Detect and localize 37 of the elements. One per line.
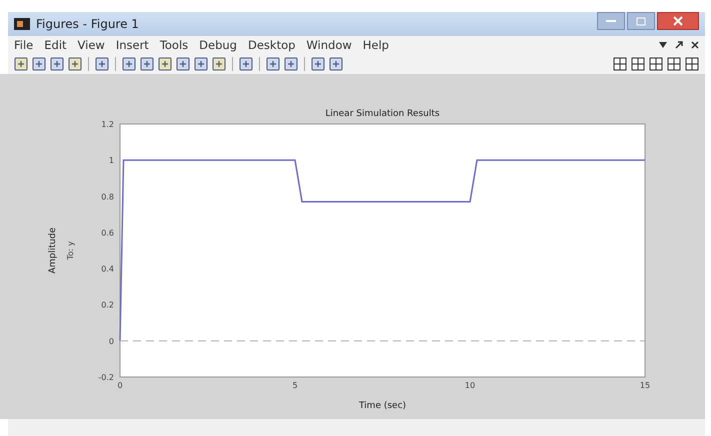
menu-item[interactable]: Help	[362, 38, 389, 52]
menu-item[interactable]: View	[78, 38, 105, 52]
maximize-icon	[636, 16, 646, 26]
menu-item[interactable]: Window	[306, 38, 352, 52]
close-icon	[673, 16, 683, 26]
y-tick-label: 0	[108, 336, 114, 346]
menu-item[interactable]: Insert	[116, 38, 149, 52]
undock-icon[interactable]	[675, 41, 683, 49]
maximize-button[interactable]	[627, 12, 655, 30]
y-axis-label: Amplitude	[48, 227, 58, 274]
x-tick-label: 10	[464, 381, 476, 390]
menu-item[interactable]: Debug	[199, 38, 237, 52]
y-tick-label: 1	[108, 156, 114, 166]
menu-item[interactable]: File	[14, 38, 34, 52]
x-tick-label: 15	[640, 381, 650, 390]
y-tick-label: 0.4	[101, 264, 114, 274]
x-tick-label: 0	[117, 381, 123, 390]
minimize-icon	[606, 19, 616, 23]
x-tick-label: 5	[292, 381, 298, 390]
close-button[interactable]	[657, 12, 699, 30]
minimize-button[interactable]	[597, 12, 625, 30]
window-title: Figures - Figure 1	[36, 17, 139, 31]
figure-icon	[14, 18, 30, 30]
y-tick-label: 1.2	[101, 120, 114, 129]
menu-item[interactable]: Edit	[44, 38, 67, 52]
tile-icon[interactable]	[613, 57, 627, 71]
y-tick-label: 0.2	[101, 300, 114, 310]
y-tick-label: -0.2	[98, 373, 114, 382]
menu-item[interactable]: Tools	[160, 38, 188, 52]
y-tick-label: 0.6	[101, 228, 114, 238]
menu-item[interactable]: Desktop	[248, 38, 296, 52]
chart-title: Linear Simulation Results	[325, 109, 440, 119]
x-axis-label: Time (sec)	[358, 401, 406, 411]
y-tick-label: 0.8	[101, 192, 114, 202]
close-icon[interactable]	[691, 41, 699, 49]
output-label: To: y	[66, 241, 75, 260]
dropdown-icon[interactable]	[659, 42, 667, 48]
